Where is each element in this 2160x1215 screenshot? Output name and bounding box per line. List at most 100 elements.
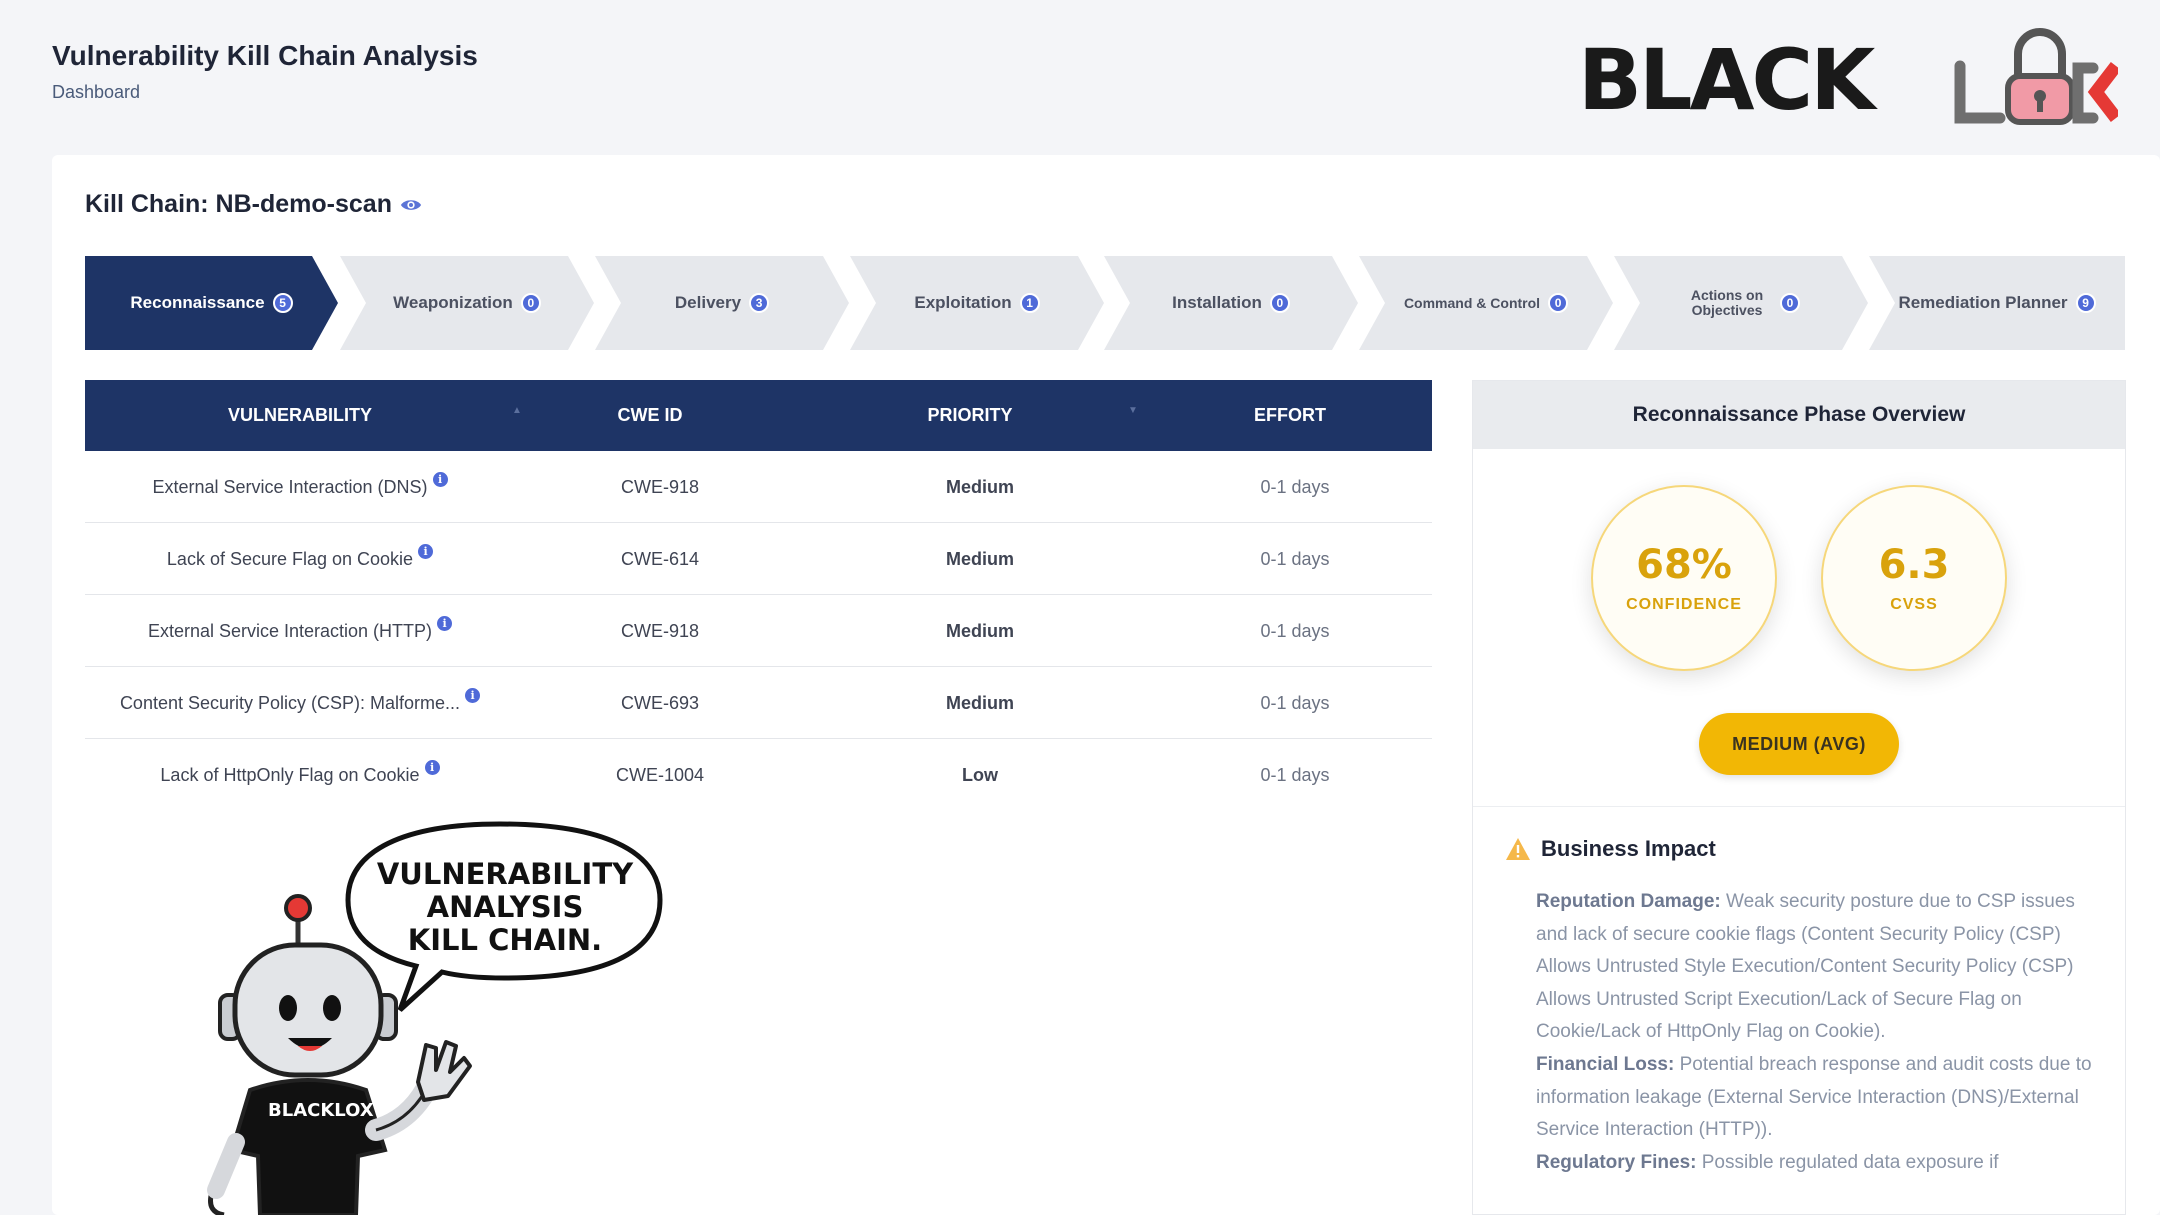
step-command-control[interactable]: Command & Control 0 (1359, 256, 1613, 350)
vulnerability-cell: External Service Interaction (HTTP) i (85, 595, 515, 667)
vulnerability-cell: External Service Interaction (DNS) i (85, 451, 515, 523)
confidence-gauge: 68% CONFIDENCE (1591, 485, 1777, 671)
step-count-badge: 0 (1270, 293, 1290, 313)
kill-chain-title-text: Kill Chain: NB-demo-scan (85, 190, 392, 218)
effort-cell: 0-1 days (1260, 476, 1330, 497)
shirt-logo-text: BLACKLOX (268, 1100, 374, 1121)
cwe-cell: CWE-1004 (615, 764, 705, 785)
effort-cell: 0-1 days (1260, 620, 1330, 641)
severity-pill: MEDIUM (AVG) (1699, 713, 1899, 775)
step-label: Installation (1172, 293, 1262, 313)
priority-cell: Medium (945, 476, 1014, 497)
breadcrumb[interactable]: Dashboard (52, 82, 140, 103)
vulnerability-name: Lack of HttpOnly Flag on Cookie (160, 764, 420, 785)
kill-chain-title: Kill Chain: NB-demo-scan (85, 190, 422, 219)
cvss-value: 6.3 (1878, 542, 1950, 588)
step-count-badge: 3 (749, 293, 769, 313)
step-count-badge: 1 (1020, 293, 1040, 313)
priority-cell: Medium (945, 692, 1014, 713)
vulnerability-cell: Lack of Secure Flag on Cookie i (85, 523, 515, 595)
step-count-badge: 0 (521, 293, 541, 313)
impact-item: Regulatory Fines: Possible regulated dat… (1536, 1147, 2106, 1180)
impact-item: Reputation Damage: Weak security posture… (1536, 886, 2106, 1049)
eye-icon[interactable] (400, 194, 422, 216)
step-label: Actions on Objectives (1690, 287, 1764, 318)
step-label: Remediation Planner (1898, 293, 2068, 313)
business-impact-heading: Business Impact (1505, 836, 1716, 862)
table-row[interactable]: Lack of HttpOnly Flag on Cookie i CWE-100… (85, 739, 1432, 811)
divider (1473, 806, 2125, 807)
cvss-gauge: 6.3 CVSS (1821, 485, 2007, 671)
table-row[interactable]: External Service Interaction (HTTP) i CWE… (85, 595, 1432, 667)
info-icon[interactable]: i (465, 687, 481, 703)
vulnerability-name: Content Security Policy (CSP): Malforme.… (119, 692, 461, 713)
impact-label: Reputation Damage: (1536, 891, 1721, 912)
panel-title: Reconnaissance Phase Overview (1473, 381, 2125, 449)
table-row[interactable]: Lack of Secure Flag on Cookie i CWE-614 M… (85, 523, 1432, 595)
page-title: Vulnerability Kill Chain Analysis (52, 40, 478, 71)
impact-description: Possible regulated data exposure if (1696, 1151, 1999, 1173)
step-label: Command & Control (1403, 294, 1541, 311)
step-count-badge: 0 (1780, 293, 1800, 313)
speech-line: VULNERABILITY (376, 857, 634, 891)
impact-label: Financial Loss: (1536, 1053, 1675, 1075)
business-impact-title: Business Impact (1541, 836, 1716, 861)
step-count-badge: 9 (2075, 293, 2096, 313)
confidence-value: 68% (1636, 542, 1732, 588)
cwe-cell: CWE-693 (620, 692, 700, 713)
effort-cell: 0-1 days (1260, 548, 1330, 569)
cwe-cell: CWE-614 (620, 548, 700, 569)
step-delivery[interactable]: Delivery 3 (595, 256, 849, 350)
lock-logo-icon (1954, 28, 2118, 125)
kill-chain-stepper: Reconnaissance 5 Weaponization 0 Deliver… (85, 256, 2125, 350)
vulnerability-name: External Service Interaction (HTTP) (147, 620, 433, 641)
impact-description: Weak security posture due to CSP issues … (1536, 891, 2075, 1043)
logo-wordmark: BLACK (1578, 31, 1875, 129)
table-row[interactable]: External Service Interaction (DNS) i CWE-… (85, 451, 1432, 523)
vulnerability-cell: Content Security Policy (CSP): Malforme.… (85, 667, 515, 739)
step-label: Delivery (674, 293, 742, 313)
info-icon[interactable]: i (424, 759, 440, 775)
step-label: Reconnaissance (130, 293, 265, 313)
step-exploitation[interactable]: Exploitation 1 (850, 256, 1104, 350)
column-vulnerability[interactable]: VULNERABILITY (85, 380, 515, 451)
impact-label: Regulatory Fines: (1536, 1151, 1697, 1173)
step-installation[interactable]: Installation 0 (1104, 256, 1358, 350)
vulnerability-name: Lack of Secure Flag on Cookie (166, 548, 414, 569)
priority-cell: Medium (945, 548, 1014, 569)
table-row[interactable]: Content Security Policy (CSP): Malforme.… (85, 667, 1432, 739)
business-impact-text: Reputation Damage: Weak security posture… (1536, 886, 2106, 1179)
step-label: Weaponization (393, 293, 513, 313)
step-count-badge: 5 (273, 293, 293, 313)
phase-overview-panel: Reconnaissance Phase Overview 68% CONFID… (1472, 380, 2126, 1215)
cvss-label: CVSS (1890, 596, 1938, 613)
warning-icon (1506, 838, 1530, 860)
impact-item: Financial Loss: Potential breach respons… (1536, 1049, 2106, 1147)
cwe-cell: CWE-918 (620, 620, 700, 641)
step-actions-on-objectives[interactable]: Actions on Objectives 0 (1614, 256, 1868, 350)
effort-cell: 0-1 days (1260, 692, 1330, 713)
step-reconnaissance[interactable]: Reconnaissance 5 (85, 256, 338, 350)
info-icon[interactable]: i (432, 471, 448, 487)
cwe-cell: CWE-918 (620, 476, 700, 497)
column-priority[interactable]: PRIORITY (865, 380, 1075, 451)
sort-desc-icon[interactable]: ▼ (1128, 405, 1138, 416)
step-remediation-planner[interactable]: Remediation Planner 9 (1869, 256, 2125, 350)
vulnerability-name: External Service Interaction (DNS) (152, 476, 428, 497)
info-icon[interactable]: i (418, 543, 434, 559)
speech-bubble-text: VULNERABILITY ANALYSIS KILL CHAIN. (360, 858, 650, 957)
step-count-badge: 0 (1548, 293, 1568, 313)
speech-line: KILL CHAIN. (407, 923, 603, 957)
info-icon[interactable]: i (437, 615, 453, 631)
column-effort[interactable]: EFFORT (1185, 380, 1395, 451)
table-header: VULNERABILITY ▲ CWE ID PRIORITY ▼ EFFORT (85, 380, 1432, 451)
column-cwe-id[interactable]: CWE ID (515, 380, 785, 451)
effort-cell: 0-1 days (1260, 764, 1330, 785)
vulnerability-cell: Lack of HttpOnly Flag on Cookie i (85, 739, 515, 811)
step-label: Exploitation (914, 293, 1012, 313)
speech-line: ANALYSIS (426, 890, 584, 924)
step-weaponization[interactable]: Weaponization 0 (340, 256, 594, 350)
priority-cell: Low (962, 764, 998, 785)
blacklock-logo: BLACK (1578, 26, 2118, 126)
confidence-label: CONFIDENCE (1626, 596, 1742, 613)
